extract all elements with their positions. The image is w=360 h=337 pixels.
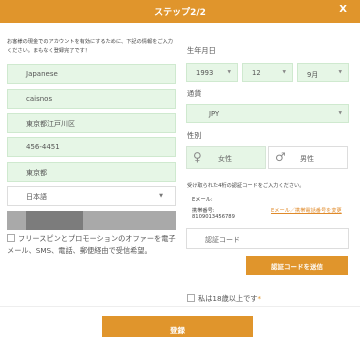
gender-female-option[interactable]: ♀ 女性 [186,146,266,169]
language-select[interactable]: 日本語 ▼ [7,186,176,206]
country-field[interactable]: Japanese [7,64,176,84]
birth-month-select[interactable]: 12 ▼ [242,63,293,82]
required-mark: * [257,294,262,303]
chevron-down-icon: ▼ [338,111,342,116]
mars-icon: ♂ [275,150,286,164]
postcode-field[interactable]: 456-4451 [7,137,176,157]
chevron-down-icon: ▼ [227,70,231,75]
birth-year-value: 1993 [196,69,214,77]
divider [0,306,360,307]
masked-field [7,211,176,230]
currency-select[interactable]: JPY ▼ [186,104,349,123]
masked-value [26,211,83,230]
birth-year-select[interactable]: 1993 ▼ [186,63,238,82]
age-confirm[interactable]: 私は18歳以上です* [187,294,261,304]
birthdate-label: 生年月日 [187,46,216,55]
close-button[interactable]: X [339,4,347,15]
birth-day-value: 9月 [307,71,319,79]
chevron-down-icon: ▼ [159,193,163,199]
age-confirm-text: 私は18歳以上です [198,294,258,303]
promo-text: フリースピンとプロモーションのオファーを電子メール、SMS、電話、郵便経由で受信… [7,234,176,255]
intro-text: お客様の現金でのアカウントを有効にするために、下記の情報をご入力ください。まもな… [7,39,173,54]
register-button[interactable]: 登録 [102,316,253,337]
modal-header: ステップ2/2 X [0,0,360,23]
name-field[interactable]: caisnos [7,89,176,109]
currency-label: 通貨 [187,89,202,98]
address-field[interactable]: 東京都江戸川区 [7,113,176,133]
gender-label: 性別 [187,131,202,140]
chevron-down-icon: ▼ [338,70,342,75]
verification-code-input[interactable]: 認証コード [186,228,349,249]
language-value: 日本語 [26,193,47,201]
birth-month-value: 12 [252,69,261,77]
prefecture-field[interactable]: 東京都 [7,162,176,182]
birth-day-select[interactable]: 9月 ▼ [297,63,349,82]
gender-female-label: 女性 [218,155,232,163]
promo-checkbox[interactable] [7,234,15,242]
gender-male-label: 男性 [300,155,314,163]
email-label: Eメール: [192,197,213,203]
page-title: ステップ2/2 [154,8,206,18]
phone-value: 8109013456789 [192,214,235,220]
age-checkbox[interactable] [187,294,195,302]
change-contact-link[interactable]: Eメール／携帯電話番号を変更 [271,207,342,214]
promo-optin[interactable]: フリースピンとプロモーションのオファーを電子メール、SMS、電話、郵便経由で受信… [7,233,179,257]
verification-instruction: 受け取られた4桁の認証コードをご入力ください。 [187,183,305,189]
gender-male-option[interactable]: ♂ 男性 [268,146,348,169]
phone-label: 携帯番号: [192,208,215,214]
send-code-button[interactable]: 認証コードを送信 [246,256,348,275]
chevron-down-icon: ▼ [282,70,286,75]
venus-icon: ♀ [193,150,202,164]
currency-value: JPY [209,110,220,118]
